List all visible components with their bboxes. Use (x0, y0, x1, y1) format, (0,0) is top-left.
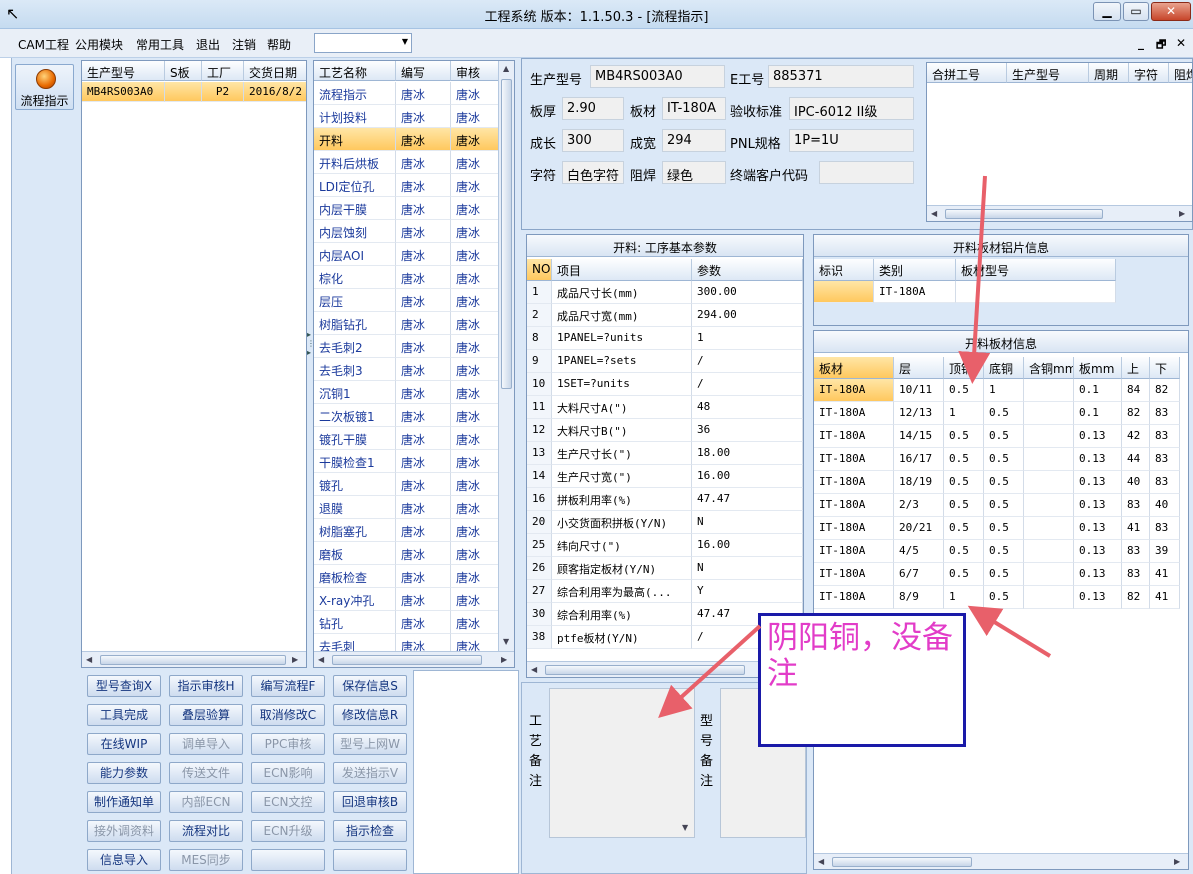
annotation-arrow (658, 624, 762, 719)
annotation-arrow (967, 605, 1052, 658)
annotation-arrows (658, 175, 1052, 719)
annotation-arrow (958, 175, 991, 384)
